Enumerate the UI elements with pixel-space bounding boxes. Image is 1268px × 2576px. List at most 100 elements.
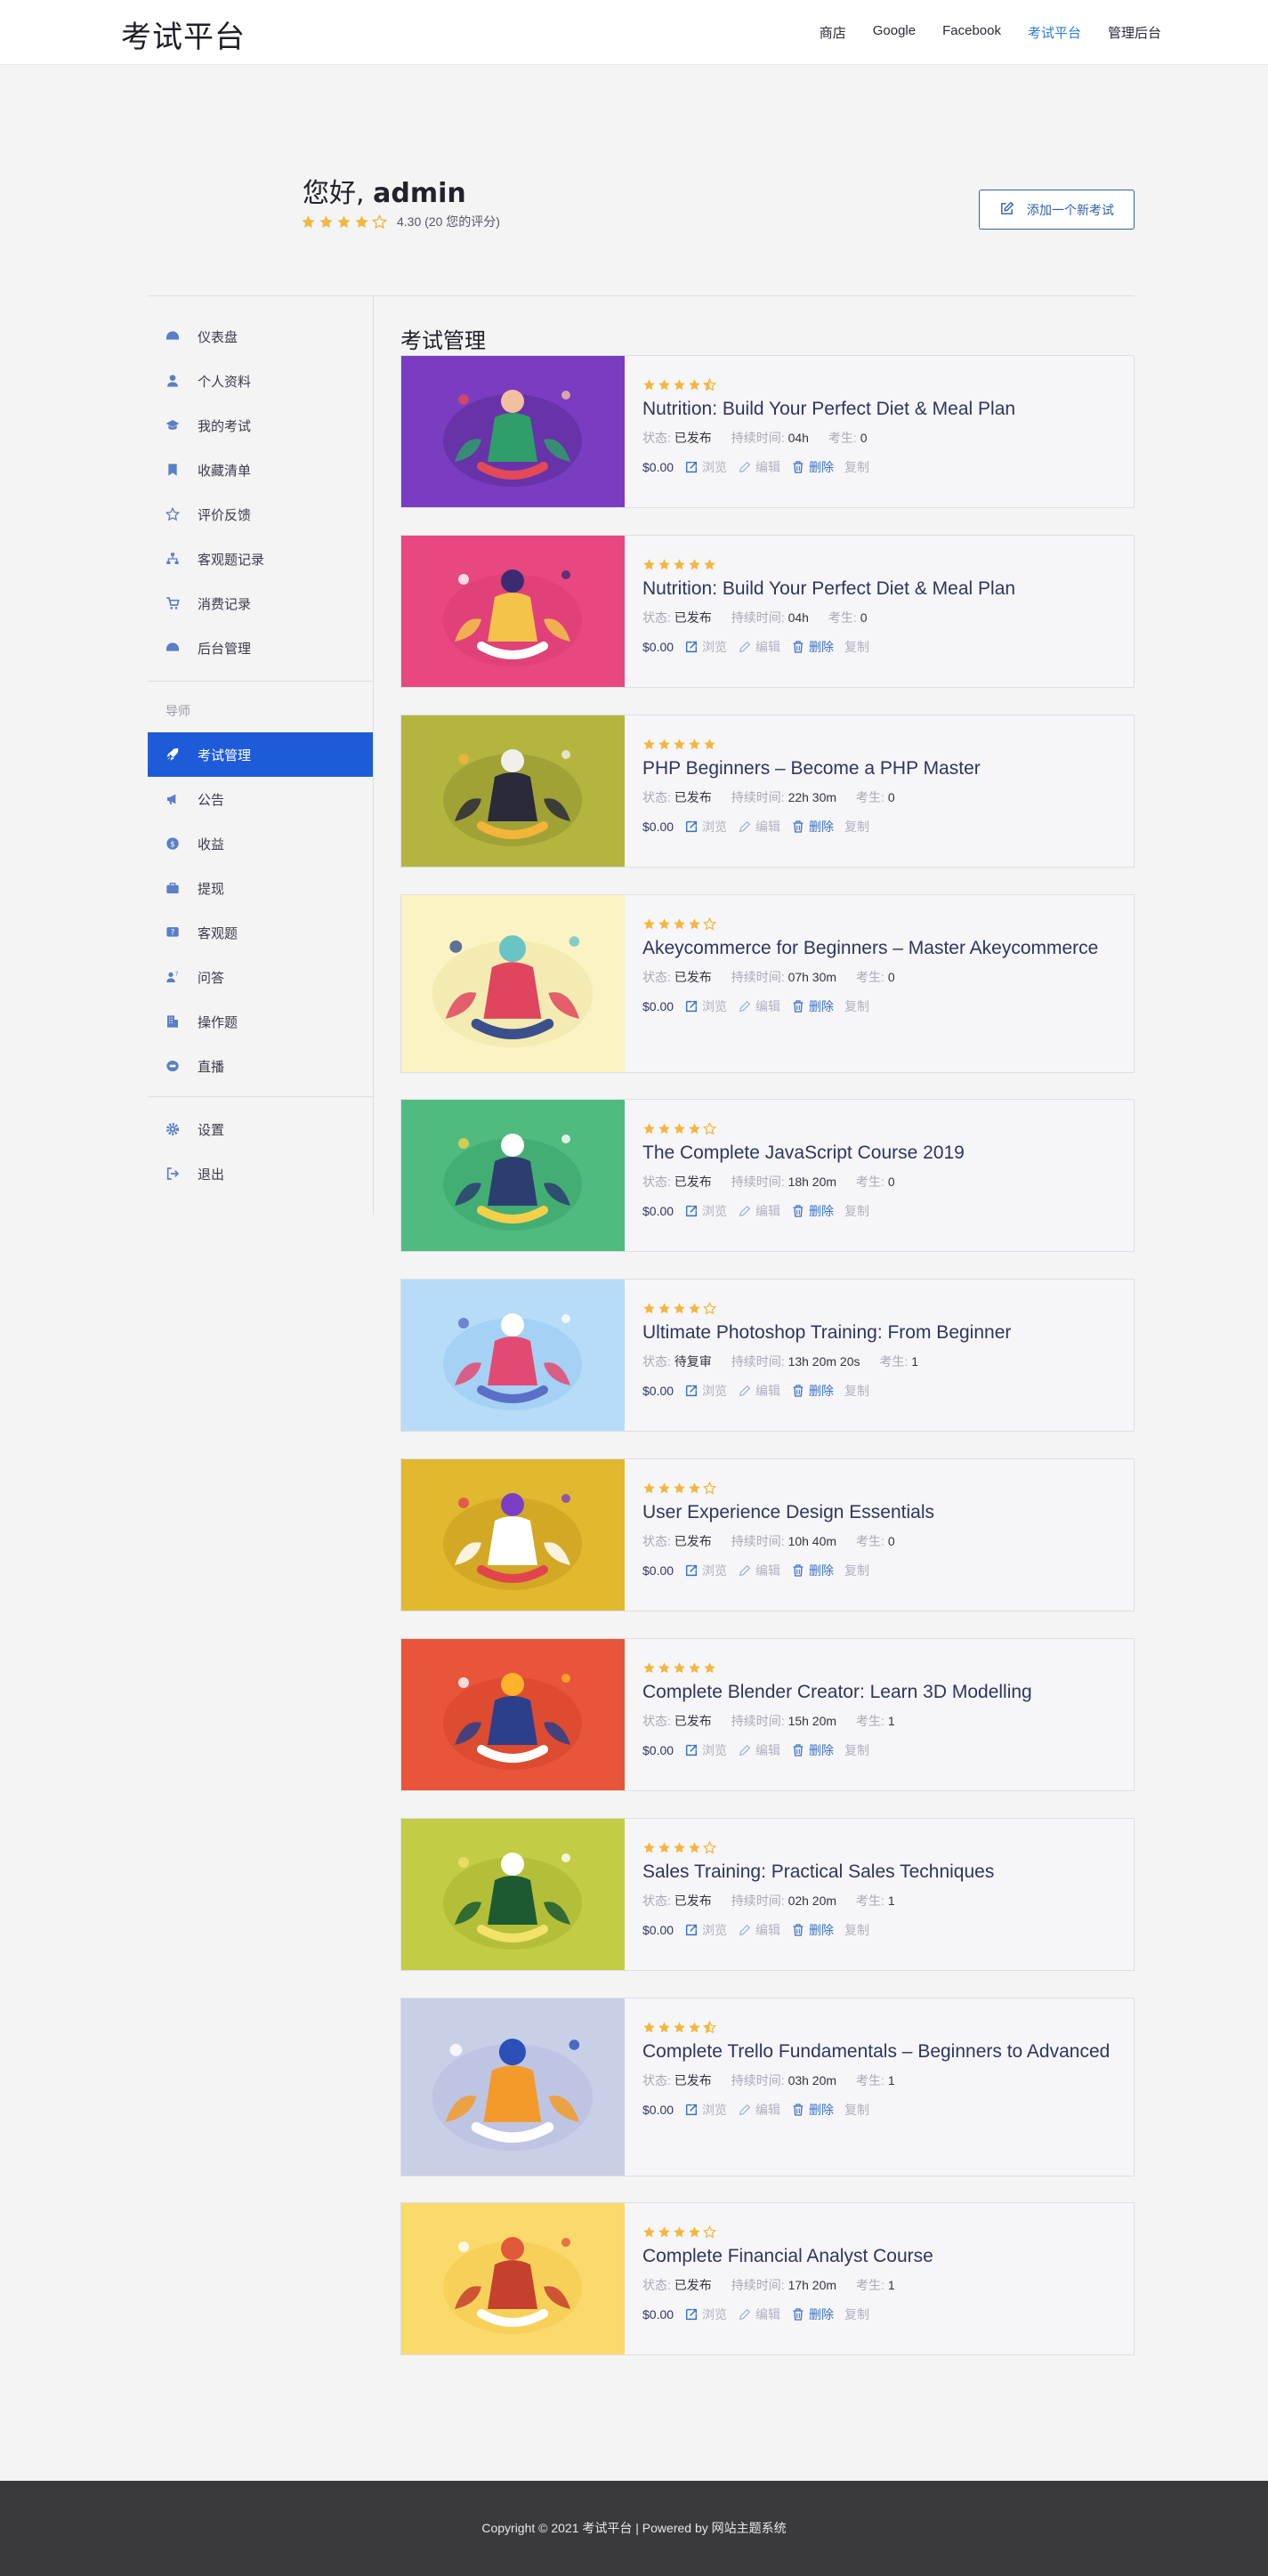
duplicate-button[interactable]: 复制: [844, 638, 869, 656]
edit-button[interactable]: 编辑: [738, 638, 780, 656]
delete-button[interactable]: 删除: [791, 638, 834, 656]
sidebar-item-sidebar-items-4[interactable]: 评价反馈: [148, 492, 373, 537]
course-thumbnail[interactable]: [401, 1819, 625, 1970]
text-label: 持续时间:: [731, 2073, 785, 2087]
nav-link-2[interactable]: Facebook: [942, 23, 1001, 42]
sidebar-item-sidebar-items-5[interactable]: 客观题记录: [148, 537, 373, 581]
course-title[interactable]: Akeycommerce for Beginners – Master Akey…: [642, 936, 1114, 961]
sidebar-item-sidebar-items-1[interactable]: 个人资料: [148, 359, 373, 403]
sidebar-item-sidebar-instructor_items-5[interactable]: ? 问答: [148, 955, 373, 999]
edit-button[interactable]: 编辑: [738, 1202, 780, 1220]
delete-button[interactable]: 删除: [791, 1382, 834, 1400]
sidebar-item-sidebar-items-3[interactable]: 收藏清单: [148, 448, 373, 492]
course-meta: 状态: 已发布 持续时间: 22h 30m 考生: 0: [642, 788, 1114, 806]
star-full-icon: [673, 558, 686, 571]
edit-button[interactable]: 编辑: [738, 1382, 780, 1400]
sidebar-item-sidebar-instructor_items-1[interactable]: 公告: [148, 777, 373, 821]
sidebar-item-sidebar-instructor_items-7[interactable]: 直播: [148, 1044, 373, 1088]
course-title[interactable]: PHP Beginners – Become a PHP Master: [642, 756, 1114, 781]
edit-button[interactable]: 编辑: [738, 1921, 780, 1939]
course-thumbnail[interactable]: [401, 1459, 625, 1611]
course-thumbnail[interactable]: [401, 356, 625, 507]
course-thumbnail[interactable]: [401, 1639, 625, 1790]
course-thumbnail[interactable]: [401, 715, 625, 867]
course-thumbnail[interactable]: [401, 2203, 625, 2354]
duplicate-button[interactable]: 复制: [844, 1202, 869, 1220]
duplicate-button[interactable]: 复制: [844, 2305, 869, 2323]
course-title[interactable]: Nutrition: Build Your Perfect Diet & Mea…: [642, 397, 1114, 422]
sidebar-item-sidebar-instructor_items-6[interactable]: 操作题: [148, 999, 373, 1044]
view-button[interactable]: 浏览: [684, 1562, 727, 1579]
course-thumbnail[interactable]: [401, 536, 625, 687]
view-button[interactable]: 浏览: [684, 997, 727, 1015]
course-thumbnail[interactable]: [401, 895, 625, 1072]
sidebar-item-sidebar-items-7[interactable]: 后台管理: [148, 626, 373, 670]
external-link-icon: [684, 2103, 699, 2117]
view-button[interactable]: 浏览: [684, 1202, 727, 1220]
star-half-icon: [702, 2020, 717, 2034]
view-button[interactable]: 浏览: [684, 1382, 727, 1400]
sidebar-item-sidebar-items-0[interactable]: 仪表盘: [148, 314, 373, 359]
edit-button[interactable]: 编辑: [738, 997, 780, 1015]
delete-button[interactable]: 删除: [791, 2101, 834, 2119]
course-title[interactable]: Complete Blender Creator: Learn 3D Model…: [642, 1680, 1114, 1705]
duplicate-button[interactable]: 复制: [844, 2101, 869, 2119]
add-new-exam-button[interactable]: 添加一个新考试: [979, 190, 1135, 230]
delete-button[interactable]: 删除: [791, 818, 834, 836]
sidebar-item-sidebar-items-2[interactable]: 我的考试: [148, 403, 373, 448]
edit-button[interactable]: 编辑: [738, 2101, 780, 2119]
view-button[interactable]: 浏览: [684, 1741, 727, 1759]
edit-button[interactable]: 编辑: [738, 1741, 780, 1759]
nav-link-0[interactable]: 商店: [820, 23, 846, 42]
edit-button[interactable]: 编辑: [738, 458, 780, 476]
duplicate-button[interactable]: 复制: [844, 1741, 869, 1759]
nav-link-4[interactable]: 管理后台: [1108, 23, 1161, 42]
view-button[interactable]: 浏览: [684, 458, 727, 476]
duplicate-button[interactable]: 复制: [844, 997, 869, 1015]
edit-button[interactable]: 编辑: [738, 818, 780, 836]
view-button[interactable]: 浏览: [684, 638, 727, 656]
delete-button[interactable]: 删除: [791, 1921, 834, 1939]
sidebar-item-sidebar-bottom_items-0[interactable]: 设置: [148, 1107, 373, 1151]
duplicate-button[interactable]: 复制: [844, 1382, 869, 1400]
course-title[interactable]: Nutrition: Build Your Perfect Diet & Mea…: [642, 577, 1114, 602]
nav-link-3[interactable]: 考试平台: [1028, 23, 1081, 42]
view-button[interactable]: 浏览: [684, 2305, 727, 2323]
duplicate-button[interactable]: 复制: [844, 458, 869, 476]
duplicate-button[interactable]: 复制: [844, 1562, 869, 1579]
nav-link-1[interactable]: Google: [873, 23, 916, 42]
edit-button[interactable]: 编辑: [738, 2305, 780, 2323]
course-title[interactable]: Sales Training: Practical Sales Techniqu…: [642, 1860, 1114, 1885]
site-header: 考试平台 商店 Google Facebook 考试平台 管理后台: [0, 0, 1268, 65]
course-title[interactable]: Ultimate Photoshop Training: From Beginn…: [642, 1320, 1114, 1345]
duplicate-button[interactable]: 复制: [844, 1921, 869, 1939]
text-label: 复制: [844, 1563, 870, 1578]
view-button[interactable]: 浏览: [684, 2101, 727, 2119]
edit-button[interactable]: 编辑: [738, 1562, 780, 1579]
delete-button[interactable]: 删除: [791, 997, 834, 1015]
site-logo[interactable]: 考试平台: [121, 12, 246, 56]
delete-button[interactable]: 删除: [791, 458, 834, 476]
delete-button[interactable]: 删除: [791, 1562, 834, 1579]
course-title[interactable]: The Complete JavaScript Course 2019: [642, 1141, 1114, 1166]
delete-button[interactable]: 删除: [791, 1741, 834, 1759]
view-button[interactable]: 浏览: [684, 1921, 727, 1939]
duplicate-button[interactable]: 复制: [844, 818, 869, 836]
sidebar-item-sidebar-instructor_items-3[interactable]: 提现: [148, 866, 373, 910]
star-full-icon: [642, 2021, 656, 2034]
course-title[interactable]: Complete Financial Analyst Course: [642, 2244, 1114, 2269]
course-title[interactable]: User Experience Design Essentials: [642, 1500, 1114, 1525]
sidebar-item-sidebar-instructor_items-2[interactable]: $ 收益: [148, 821, 373, 866]
sidebar-item-sidebar-instructor_items-4[interactable]: ? 客观题: [148, 910, 373, 955]
sidebar-item-sidebar-items-6[interactable]: 消费记录: [148, 581, 373, 626]
delete-button[interactable]: 删除: [791, 1202, 834, 1220]
sidebar-item-sidebar-instructor_items-0[interactable]: 考试管理: [148, 732, 373, 777]
view-button[interactable]: 浏览: [684, 818, 727, 836]
course-thumbnail[interactable]: [401, 1280, 625, 1431]
text-label: 已发布: [674, 1175, 712, 1189]
course-thumbnail[interactable]: [401, 1999, 625, 2176]
course-thumbnail[interactable]: [401, 1100, 625, 1251]
sidebar-item-sidebar-bottom_items-1[interactable]: 退出: [148, 1151, 373, 1196]
delete-button[interactable]: 删除: [791, 2305, 834, 2323]
course-title[interactable]: Complete Trello Fundamentals – Beginners…: [642, 2039, 1114, 2064]
